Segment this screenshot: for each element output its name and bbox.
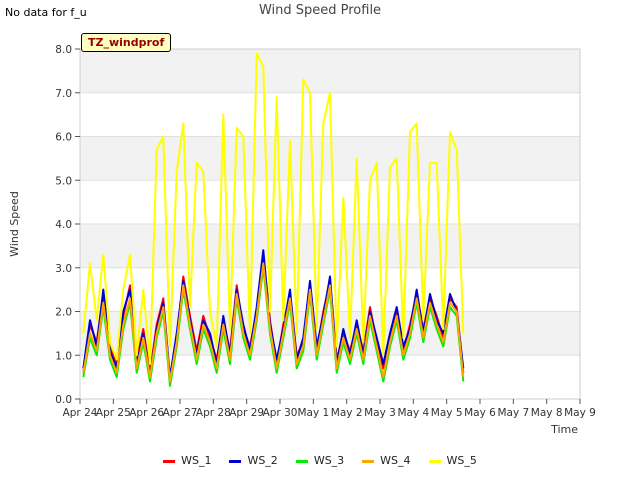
y-axis-label: Wind Speed [8,191,21,257]
x-tick-label: May 4 [397,407,429,419]
legend-item-ws-3: WS_3 [295,454,345,467]
y-tick-label: 2.0 [55,307,72,319]
x-tick-label: May 3 [364,407,396,419]
legend-label: WS_5 [446,454,477,467]
legend-label: WS_3 [313,454,345,467]
site-badge: TZ_windprof [81,33,172,52]
x-axis-ticks: Apr 24Apr 25Apr 26Apr 27Apr 28Apr 29Apr … [63,399,596,419]
y-tick-label: 3.0 [55,263,72,275]
y-tick-label: 5.0 [55,175,72,187]
x-tick-label: Apr 27 [163,407,198,419]
x-tick-label: Apr 24 [63,407,98,419]
wind-speed-chart: 0.0 1.0 2.0 3.0 4.0 5.0 6.0 7.0 8.0 Apr 24Apr 25… [8,44,596,436]
legend: WS_1 WS_2 WS_3 WS_4 WS_5 [0,454,640,467]
y-tick-label: 8.0 [55,44,72,56]
legend-label: WS_4 [380,454,411,467]
x-tick-label: Apr 28 [196,407,231,419]
legend-swatch [428,459,441,463]
x-tick-label: Apr 25 [96,407,131,419]
legend-item-ws-5: WS_5 [428,454,477,467]
legend-swatch [295,459,308,463]
y-tick-label: 6.0 [55,132,72,144]
legend-swatch [163,459,176,463]
y-tick-label: 4.0 [55,219,72,231]
x-tick-label: Apr 30 [263,407,298,419]
legend-label: WS_1 [181,454,212,467]
legend-item-ws-4: WS_4 [362,454,411,467]
x-tick-label: May 2 [331,407,363,419]
x-tick-label: May 7 [497,407,529,419]
legend-item-ws-2: WS_2 [229,454,278,467]
y-tick-label: 1.0 [55,350,72,362]
x-tick-label: May 5 [431,407,463,419]
legend-swatch [229,459,242,463]
x-tick-label: Apr 26 [129,407,164,419]
x-tick-label: Apr 29 [229,407,264,419]
y-tick-label: 7.0 [55,88,72,100]
x-tick-label: May 6 [464,407,496,419]
y-axis-ticks: 0.0 1.0 2.0 3.0 4.0 5.0 6.0 7.0 8.0 [55,44,80,406]
y-tick-label: 0.0 [55,394,72,406]
legend-item-ws-1: WS_1 [163,454,211,467]
x-axis-label: Time [550,423,578,436]
x-tick-label: May 9 [564,407,596,419]
legend-swatch [362,459,375,463]
legend-label: WS_2 [247,454,278,467]
x-tick-label: May 8 [531,407,563,419]
x-tick-label: May 1 [297,407,329,419]
band-7 [80,49,580,93]
